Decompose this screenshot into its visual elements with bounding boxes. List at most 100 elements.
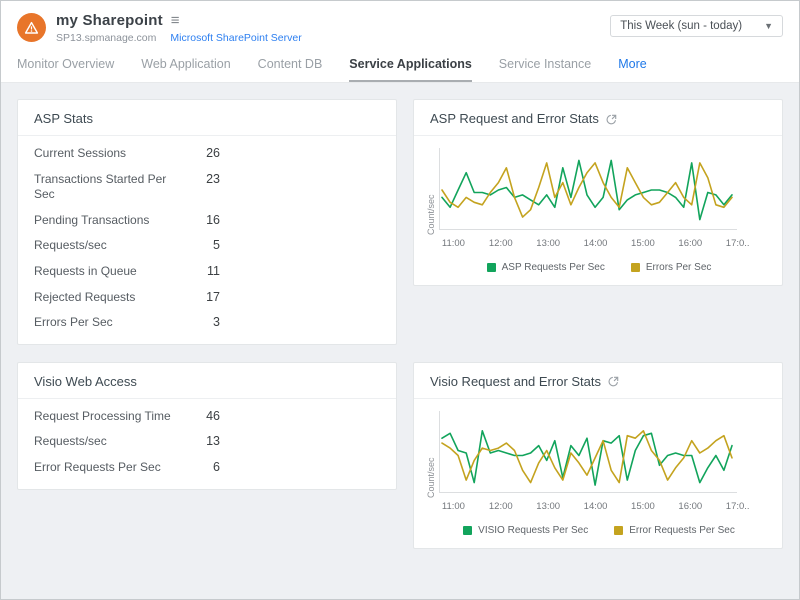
legend-swatch (614, 526, 623, 535)
stat-value: 13 (182, 434, 220, 448)
legend-swatch (487, 263, 496, 272)
legend-label: Error Requests Per Sec (629, 525, 735, 536)
legend-item[interactable]: Error Requests Per Sec (614, 525, 735, 536)
external-link-icon[interactable] (606, 114, 617, 125)
tick-label: 14:00 (584, 238, 608, 249)
stat-label: Pending Transactions (34, 213, 182, 229)
series-line (442, 431, 732, 485)
tick-label: 16:00 (678, 238, 702, 249)
stat-row: Current Sessions 26 (34, 141, 380, 167)
legend-label: ASP Requests Per Sec (502, 262, 605, 273)
stat-label: Transactions Started Per Sec (34, 172, 182, 203)
asp-chart-panel: ASP Request and Error Stats Count/sec 11… (413, 99, 783, 286)
visio-chart-title: Visio Request and Error Stats (430, 374, 601, 389)
chart-legend: VISIO Requests Per Sec Error Requests Per… (426, 525, 772, 538)
legend-swatch (463, 526, 472, 535)
tab-service-instance[interactable]: Service Instance (499, 57, 591, 82)
legend-label: VISIO Requests Per Sec (478, 525, 588, 536)
stat-value: 3 (182, 315, 220, 329)
stat-label: Current Sessions (34, 146, 182, 162)
tick-label: 13:00 (536, 238, 560, 249)
tick-label: 12:00 (489, 238, 513, 249)
tick-label: 14:00 (584, 501, 608, 512)
stat-row: Requests in Queue 11 (34, 259, 380, 285)
tab-monitor-overview[interactable]: Monitor Overview (17, 57, 114, 82)
stat-label: Requests/sec (34, 434, 182, 450)
stat-value: 46 (182, 409, 220, 423)
tick-label: 11:00 (442, 238, 465, 249)
visio-stats-panel: Visio Web Access Request Processing Time… (17, 362, 397, 490)
stat-value: 17 (182, 290, 220, 304)
stat-row: Rejected Requests 17 (34, 285, 380, 311)
stat-row: Requests/sec 5 (34, 233, 380, 259)
tab-web-application[interactable]: Web Application (141, 57, 230, 82)
chart-plot-area[interactable] (439, 411, 737, 498)
stat-label: Request Processing Time (34, 409, 182, 425)
time-range-dropdown[interactable]: This Week (sun - today) ▼ (610, 15, 783, 37)
page-title: my Sharepoint (56, 12, 163, 29)
tab-content-db[interactable]: Content DB (258, 57, 323, 82)
stat-value: 26 (182, 146, 220, 160)
header: my Sharepoint ≡ SP13.spmanage.com Microso… (1, 1, 799, 44)
stat-value: 6 (182, 460, 220, 474)
series-line (442, 163, 732, 217)
visio-stats-title: Visio Web Access (34, 374, 137, 389)
tick-label: 15:00 (631, 238, 655, 249)
stat-value: 11 (182, 264, 220, 278)
stat-row: Transactions Started Per Sec 23 (34, 167, 380, 208)
tick-label: 17:0.. (726, 501, 750, 512)
stat-value: 23 (182, 172, 220, 186)
monitor-status-icon (17, 13, 46, 42)
stat-label: Requests/sec (34, 238, 182, 254)
warning-triangle-icon (24, 21, 39, 35)
tick-label: 12:00 (489, 501, 513, 512)
tab-more[interactable]: More (618, 57, 646, 82)
time-range-value: This Week (sun - today) (620, 20, 742, 32)
monitor-type-link[interactable]: Microsoft SharePoint Server (170, 32, 301, 44)
asp-chart: Count/sec 11:00 12:00 13:00 14:00 15:00 16:00… (414, 136, 782, 285)
visio-chart: Count/sec 11:00 12:00 13:00 14:00 15:00 16:00… (414, 399, 782, 548)
tick-label: 17:0.. (726, 238, 750, 249)
stat-row: Errors Per Sec 3 (34, 310, 380, 336)
stat-label: Errors Per Sec (34, 315, 182, 331)
legend-item[interactable]: Errors Per Sec (631, 262, 712, 273)
asp-stats-panel: ASP Stats Current Sessions 26 Transactio… (17, 99, 397, 345)
x-axis-ticks: 11:0012:0013:0014:0015:0016:0017:0.. (440, 235, 738, 250)
stat-row: Requests/sec 13 (34, 429, 380, 455)
dashboard-content: ASP Stats Current Sessions 26 Transactio… (1, 83, 799, 599)
stat-row: Pending Transactions 16 (34, 208, 380, 234)
chart-plot-area[interactable] (439, 148, 737, 235)
tick-label: 16:00 (678, 501, 702, 512)
x-axis-ticks: 11:0012:0013:0014:0015:0016:0017:0.. (440, 498, 738, 513)
tab-bar: Monitor Overview Web Application Content… (1, 44, 799, 83)
stat-value: 5 (182, 238, 220, 252)
stat-row: Request Processing Time 46 (34, 404, 380, 430)
stat-value: 16 (182, 213, 220, 227)
y-axis-label: Count/sec (426, 148, 436, 235)
menu-icon[interactable]: ≡ (171, 12, 180, 29)
monitor-host: SP13.spmanage.com (56, 32, 156, 44)
legend-item[interactable]: ASP Requests Per Sec (487, 262, 605, 273)
legend-swatch (631, 263, 640, 272)
series-line (442, 160, 732, 219)
legend-label: Errors Per Sec (646, 262, 712, 273)
chart-legend: ASP Requests Per Sec Errors Per Sec (426, 262, 772, 275)
tick-label: 13:00 (536, 501, 560, 512)
stat-label: Rejected Requests (34, 290, 182, 306)
stat-label: Error Requests Per Sec (34, 460, 182, 476)
asp-stats-list: Current Sessions 26 Transactions Started… (18, 136, 396, 344)
visio-stats-list: Request Processing Time 46 Requests/sec … (18, 399, 396, 489)
legend-item[interactable]: VISIO Requests Per Sec (463, 525, 588, 536)
visio-chart-panel: Visio Request and Error Stats Count/sec … (413, 362, 783, 549)
y-axis-label: Count/sec (426, 411, 436, 498)
asp-stats-title: ASP Stats (34, 111, 93, 126)
tick-label: 11:00 (442, 501, 465, 512)
stat-label: Requests in Queue (34, 264, 182, 280)
stat-row: Error Requests Per Sec 6 (34, 455, 380, 481)
app-window: my Sharepoint ≡ SP13.spmanage.com Microso… (0, 0, 800, 600)
tab-service-applications[interactable]: Service Applications (349, 57, 472, 82)
asp-chart-title: ASP Request and Error Stats (430, 111, 599, 126)
tick-label: 15:00 (631, 501, 655, 512)
external-link-icon[interactable] (608, 376, 619, 387)
chevron-down-icon: ▼ (764, 21, 773, 31)
